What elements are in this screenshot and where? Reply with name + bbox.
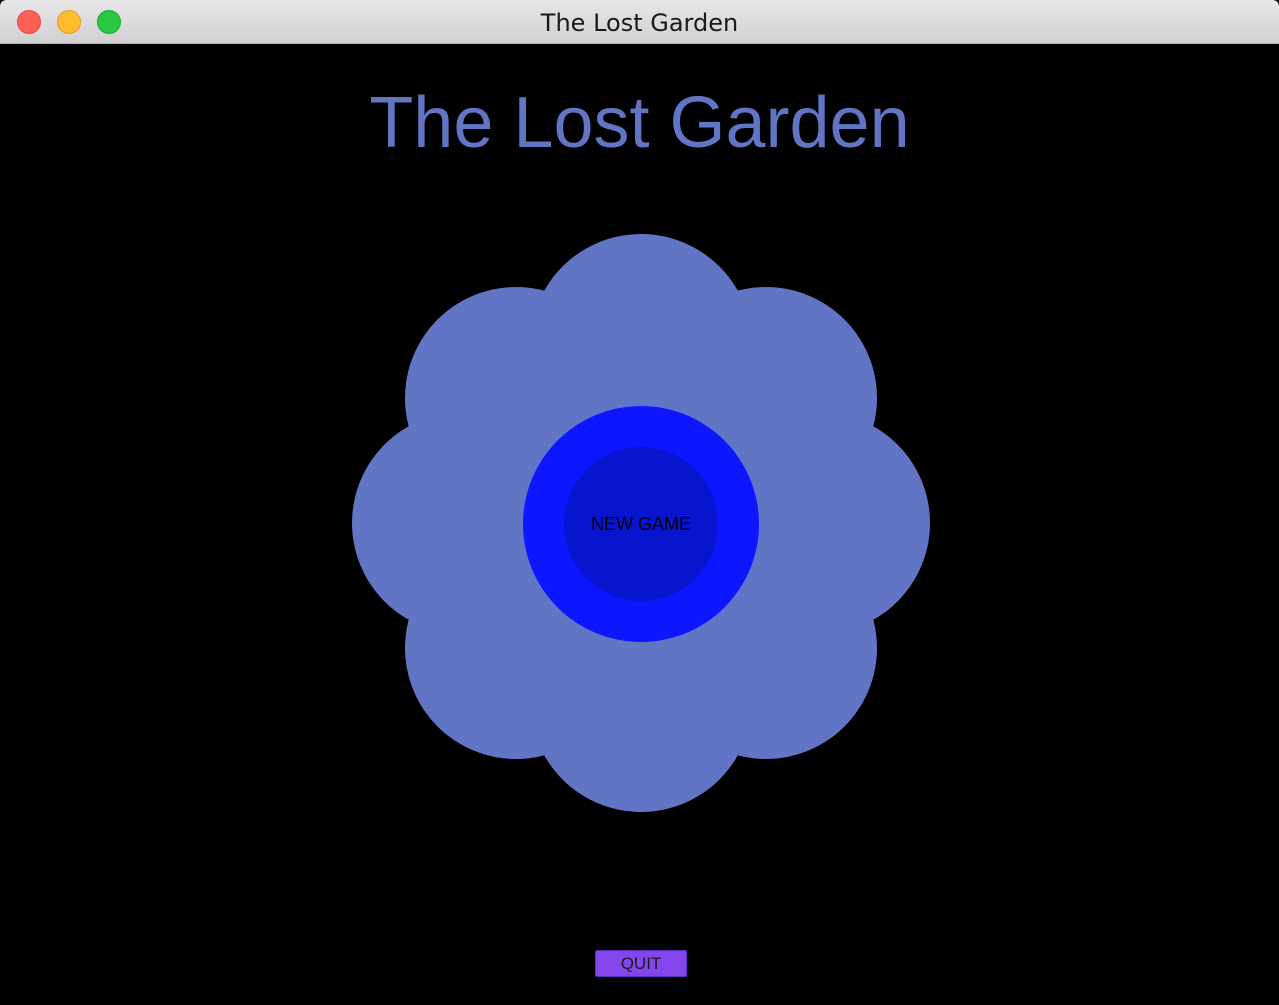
title-bar[interactable]: The Lost Garden	[0, 0, 1279, 44]
quit-button[interactable]: QUIT	[595, 950, 687, 977]
game-window: The Lost Garden The Lost Garden NEW GAME…	[0, 0, 1279, 1005]
game-title: The Lost Garden	[369, 83, 910, 163]
window-title: The Lost Garden	[540, 9, 739, 37]
new-game-button[interactable]: NEW GAME	[564, 447, 718, 601]
